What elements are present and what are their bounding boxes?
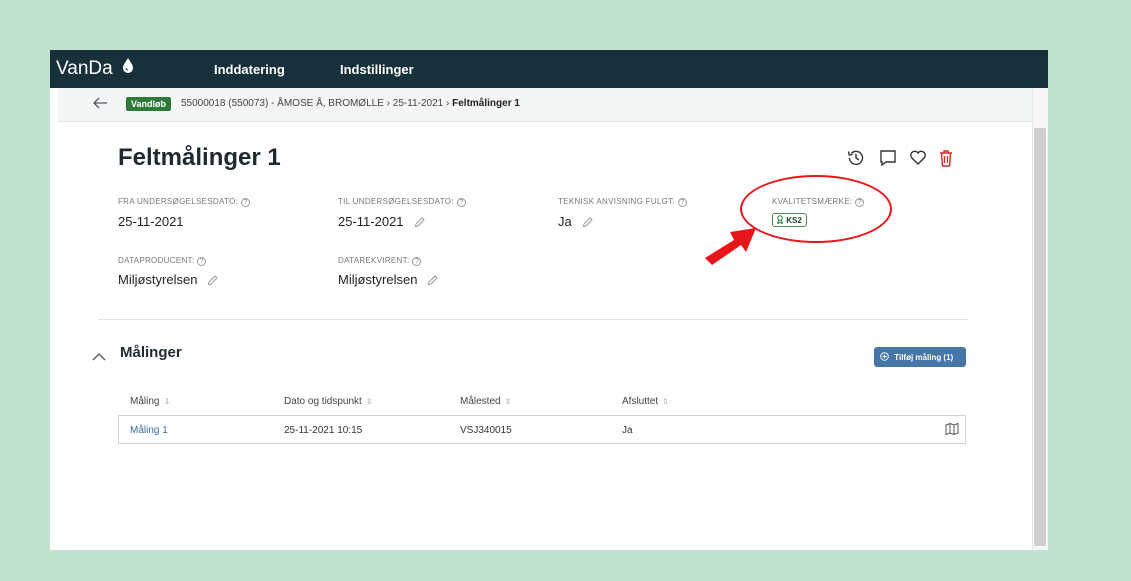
- cell-maaling[interactable]: Måling 1: [130, 425, 168, 436]
- nav-indstillinger[interactable]: Indstillinger: [340, 62, 414, 77]
- breadcrumb-separator: ›: [446, 98, 450, 109]
- teknisk-label: TEKNISK ANVISNING FULGT:?: [558, 197, 688, 207]
- app-bar: VanDa Inddatering Indstillinger: [50, 50, 1048, 88]
- rekvirent-field: Miljøstyrelsen: [338, 272, 439, 289]
- help-icon[interactable]: ?: [241, 198, 251, 207]
- column-header-maalested[interactable]: Målested ⇳: [460, 396, 511, 407]
- annotation-arrow-icon: [702, 222, 760, 273]
- til-field: 25-11-2021: [338, 214, 425, 231]
- producent-field: Miljøstyrelsen: [118, 272, 219, 289]
- sort-icon[interactable]: ⇳: [662, 397, 669, 406]
- help-icon[interactable]: ?: [412, 257, 422, 266]
- add-measurement-label: Tilføj måling (1): [894, 353, 954, 362]
- chevron-up-icon[interactable]: [92, 349, 106, 367]
- section-title: Målinger: [120, 344, 182, 361]
- breadcrumb-separator: ›: [386, 98, 391, 109]
- rekvirent-value: Miljøstyrelsen: [338, 272, 418, 287]
- back-arrow-icon[interactable]: [92, 96, 108, 115]
- scroll-thumb[interactable]: [1034, 128, 1046, 546]
- column-header-maaling[interactable]: Måling ⇩: [130, 396, 170, 407]
- app-window: VanDa Inddatering Indstillinger Vandløb …: [50, 50, 1048, 550]
- map-icon[interactable]: [945, 422, 959, 441]
- breadcrumb: Vandløb 55000018 (550073) - ÅMOSE Å, BRO…: [58, 88, 1032, 122]
- scrollbar[interactable]: [1032, 88, 1048, 550]
- trash-icon[interactable]: [936, 148, 956, 173]
- fra-label: FRA UNDERSØGELSESDATO:?: [118, 197, 251, 207]
- pencil-icon[interactable]: [414, 216, 425, 231]
- add-measurement-button[interactable]: Tilføj måling (1): [874, 347, 966, 367]
- cell-maalested: VSJ340015: [460, 425, 512, 436]
- cell-dato: 25-11-2021 10:15: [284, 425, 363, 436]
- breadcrumb-current: Feltmålinger 1: [452, 98, 520, 109]
- plus-circle-icon: [880, 352, 892, 362]
- section-divider: [98, 319, 968, 320]
- fra-value: 25-11-2021: [118, 214, 184, 229]
- teknisk-value: Ja: [558, 214, 572, 229]
- cell-afsluttet: Ja: [622, 425, 633, 436]
- help-icon[interactable]: ?: [678, 198, 688, 207]
- breadcrumb-badge[interactable]: Vandløb: [126, 97, 172, 111]
- pencil-icon[interactable]: [582, 216, 593, 231]
- page-title: Feltmålinger 1: [118, 144, 281, 171]
- nav-inddatering[interactable]: Inddatering: [214, 62, 285, 77]
- producent-label: DATAPRODUCENT:?: [118, 256, 207, 266]
- rekvirent-label: DATAREKVIRENT:?: [338, 256, 422, 266]
- app-logo[interactable]: VanDa: [56, 58, 113, 80]
- breadcrumb-date[interactable]: 25-11-2021: [393, 98, 443, 109]
- table-row[interactable]: Måling 1 25-11-2021 10:15 VSJ340015 Ja: [118, 415, 966, 444]
- breadcrumb-station[interactable]: 55000018 (550073) - ÅMOSE Å, BROMØLLE: [181, 98, 384, 109]
- teknisk-field: Ja: [558, 214, 593, 231]
- breadcrumb-path: 55000018 (550073) - ÅMOSE Å, BROMØLLE › …: [181, 98, 520, 109]
- help-icon[interactable]: ?: [456, 198, 466, 207]
- sort-icon[interactable]: ⇳: [505, 397, 512, 406]
- til-value: 25-11-2021: [338, 214, 404, 229]
- water-drop-icon: [122, 57, 134, 78]
- sort-icon[interactable]: ⇳: [366, 397, 373, 406]
- history-icon[interactable]: [846, 148, 866, 173]
- heart-icon[interactable]: [908, 148, 928, 173]
- pencil-icon[interactable]: [427, 274, 439, 289]
- producent-value: Miljøstyrelsen: [118, 272, 198, 287]
- column-header-afsluttet[interactable]: Afsluttet ⇳: [622, 396, 669, 407]
- column-header-dato[interactable]: Dato og tidspunkt ⇳: [284, 396, 373, 407]
- annotation-circle: [740, 175, 892, 243]
- til-label: TIL UNDERSØGELSESDATO:?: [338, 197, 466, 207]
- sort-icon[interactable]: ⇩: [163, 397, 170, 406]
- help-icon[interactable]: ?: [197, 257, 207, 266]
- pencil-icon[interactable]: [207, 274, 219, 289]
- comment-icon[interactable]: [878, 148, 898, 173]
